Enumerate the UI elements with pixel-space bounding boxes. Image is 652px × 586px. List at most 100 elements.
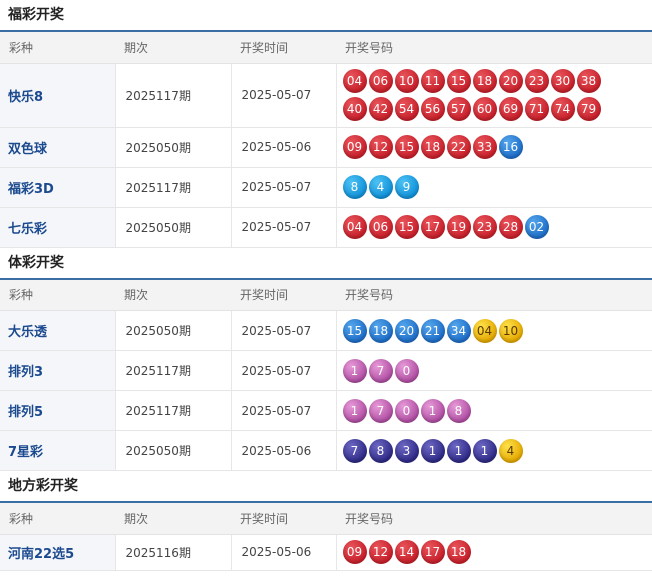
table-row: 七乐彩 2025050期 2025-05-07 04 06 15 17 19 23 28 02 [0, 207, 652, 248]
table-header-row: 彩种 期次 开奖时间 开奖号码 [0, 30, 652, 64]
table-header-row: 彩种 期次 开奖时间 开奖号码 [0, 277, 652, 311]
period-cell: 2025117期 [115, 350, 232, 391]
table-row: 7星彩 2025050期 2025-05-06 7831114 [0, 430, 652, 471]
lottery-ball: 09 [342, 135, 367, 159]
lottery-name-link[interactable]: 七乐彩 [0, 207, 116, 248]
lottery-ball: 16 [498, 135, 523, 159]
lottery-ball: 8 [342, 175, 367, 199]
lottery-ball: 7 [368, 398, 393, 423]
results-table: 彩种 期次 开奖时间 开奖号码 大乐透 2025050期 2025-05-07 … [0, 277, 652, 471]
lottery-ball: 10 [498, 318, 523, 343]
lottery-ball: 1 [420, 438, 445, 463]
lottery-ball: 06 [368, 215, 393, 239]
lottery-ball: 15 [446, 69, 471, 93]
lottery-ball: 04 [472, 318, 497, 343]
ball-list: 15 18 20 21 34 04 10 [342, 318, 613, 343]
lottery-ball: 12 [368, 540, 393, 564]
lottery-ball: 18 [368, 318, 393, 343]
lottery-name-link[interactable]: 排列5 [0, 390, 116, 431]
ball-list: 04 06 15 17 19 23 28 02 [342, 215, 613, 239]
ball-list: 09 12 15 18 22 33 16 [342, 135, 613, 159]
header-draw-time: 开奖时间 [231, 501, 336, 535]
lottery-ball: 18 [472, 69, 497, 93]
section-fucai: 福彩开奖 彩种 期次 开奖时间 开奖号码 快乐8 2025117期 2025-0… [0, 0, 652, 248]
lottery-ball: 79 [576, 97, 601, 121]
lottery-ball: 14 [394, 540, 419, 564]
lottery-ball: 15 [394, 135, 419, 159]
lottery-ball: 54 [394, 97, 419, 121]
lottery-ball: 57 [446, 97, 471, 121]
header-lottery-type: 彩种 [0, 30, 115, 64]
lottery-name-link[interactable]: 河南22选5 [0, 534, 116, 571]
date-cell: 2025-05-06 [231, 430, 337, 471]
ball-list: 17018 [342, 398, 613, 423]
table-row: 快乐8 2025117期 2025-05-07 04 06 10 11 15 18 20 23… [0, 63, 652, 128]
lottery-ball: 74 [550, 97, 575, 121]
lottery-ball: 38 [576, 69, 601, 93]
lottery-name-link[interactable]: 双色球 [0, 127, 116, 168]
lottery-ball: 18 [446, 540, 471, 564]
numbers-cell: 7831114 [336, 430, 652, 471]
date-cell: 2025-05-07 [231, 350, 337, 391]
header-numbers: 开奖号码 [336, 501, 652, 535]
lottery-ball: 1 [342, 358, 367, 383]
header-draw-time: 开奖时间 [231, 30, 336, 64]
lottery-ball: 06 [368, 69, 393, 93]
lottery-ball: 60 [472, 97, 497, 121]
ball-list: 04 06 10 11 15 18 20 23 30 38 40 42 54 56 57 60 69 71 74 79 [342, 69, 613, 121]
lottery-ball: 7 [368, 358, 393, 383]
lottery-ball: 10 [394, 69, 419, 93]
numbers-cell: 15 18 20 21 34 04 10 [336, 310, 652, 351]
lottery-ball: 3 [394, 438, 419, 463]
lottery-name-link[interactable]: 排列3 [0, 350, 116, 391]
date-cell: 2025-05-07 [231, 310, 337, 351]
lottery-name-link[interactable]: 快乐8 [0, 63, 116, 128]
lottery-name-link[interactable]: 大乐透 [0, 310, 116, 351]
lottery-ball: 1 [342, 398, 367, 423]
lottery-ball: 8 [446, 398, 471, 423]
period-cell: 2025117期 [115, 167, 232, 208]
section-title: 地方彩开奖 [8, 478, 78, 494]
header-period: 期次 [115, 30, 231, 64]
lottery-ball: 23 [472, 215, 497, 239]
lottery-ball: 17 [420, 215, 445, 239]
lottery-ball: 56 [420, 97, 445, 121]
section-local: 地方彩开奖 彩种 期次 开奖时间 开奖号码 河南22选5 2025116期 20… [0, 471, 652, 571]
header-numbers: 开奖号码 [336, 277, 652, 311]
lottery-ball: 69 [498, 97, 523, 121]
lottery-ball: 0 [394, 398, 419, 423]
ball-list: 170 [342, 358, 613, 383]
results-table: 彩种 期次 开奖时间 开奖号码 快乐8 2025117期 2025-05-07 … [0, 30, 652, 248]
header-period: 期次 [115, 501, 231, 535]
header-numbers: 开奖号码 [336, 30, 652, 64]
numbers-cell: 09 12 14 17 18 [336, 534, 652, 571]
date-cell: 2025-05-07 [231, 390, 337, 431]
lottery-ball: 09 [342, 540, 367, 564]
lottery-ball: 18 [420, 135, 445, 159]
lottery-name-link[interactable]: 7星彩 [0, 430, 116, 471]
lottery-results-page: 福彩开奖 彩种 期次 开奖时间 开奖号码 快乐8 2025117期 2025-0… [0, 0, 652, 571]
lottery-ball: 12 [368, 135, 393, 159]
section-title: 福彩开奖 [8, 7, 64, 23]
numbers-cell: 04 06 10 11 15 18 20 23 30 38 40 42 54 56 57 60 69 71 74 79 [336, 63, 652, 128]
period-cell: 2025050期 [115, 430, 232, 471]
period-cell: 2025117期 [115, 390, 232, 431]
section-ticai: 体彩开奖 彩种 期次 开奖时间 开奖号码 大乐透 2025050期 2025-0… [0, 248, 652, 471]
lottery-ball: 8 [368, 438, 393, 463]
period-cell: 2025117期 [115, 63, 232, 128]
section-title: 体彩开奖 [8, 254, 64, 271]
period-cell: 2025050期 [115, 310, 232, 351]
table-row: 河南22选5 2025116期 2025-05-06 09 12 14 17 18 [0, 534, 652, 571]
lottery-ball: 15 [394, 215, 419, 239]
ball-list: 7831114 [342, 438, 613, 463]
lottery-ball: 7 [342, 438, 367, 463]
lottery-ball: 1 [446, 438, 471, 463]
lottery-ball: 04 [342, 215, 367, 239]
lottery-ball: 4 [498, 438, 523, 463]
lottery-name-link[interactable]: 福彩3D [0, 167, 116, 208]
lottery-ball: 22 [446, 135, 471, 159]
date-cell: 2025-05-06 [231, 534, 337, 571]
numbers-cell: 04 06 15 17 19 23 28 02 [336, 207, 652, 248]
numbers-cell: 170 [336, 350, 652, 391]
lottery-ball: 33 [472, 135, 497, 159]
